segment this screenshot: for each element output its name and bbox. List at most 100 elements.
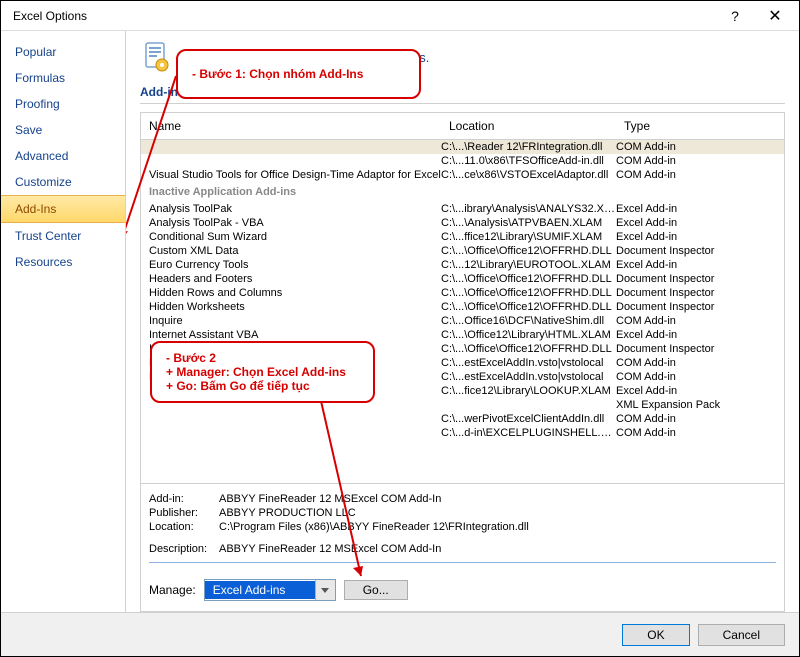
addin-type: Document Inspector (616, 301, 776, 313)
addin-row[interactable]: Conditional Sum WizardC:\...ffice12\Libr… (141, 230, 784, 244)
addin-row[interactable]: C:\...d-in\EXCELPLUGINSHELL.DLLCOM Add-i… (141, 426, 784, 440)
addin-type: Excel Add-in (616, 259, 776, 271)
addin-row[interactable]: C:\...11.0\x86\TFSOfficeAdd-in.dllCOM Ad… (141, 154, 784, 168)
sidebar-item-popular[interactable]: Popular (1, 39, 125, 65)
annotation-arrow-1 (126, 71, 186, 251)
dialog-body: Popular Formulas Proofing Save Advanced … (1, 31, 799, 612)
sidebar-item-advanced[interactable]: Advanced (1, 143, 125, 169)
addin-type: Document Inspector (616, 287, 776, 299)
main-panel: View and manage Microsoft Office add-ins… (126, 31, 799, 612)
divider (149, 562, 776, 563)
addin-type: XML Expansion Pack (616, 399, 776, 411)
addin-location: C:\...\Office12\Library\HTML.XLAM (441, 329, 616, 341)
addin-location: C:\...fice12\Library\LOOKUP.XLAM (441, 385, 616, 397)
window-title: Excel Options (5, 9, 715, 23)
sidebar-item-addins[interactable]: Add-Ins (1, 195, 125, 223)
sidebar-item-customize[interactable]: Customize (1, 169, 125, 195)
addin-location: C:\...ffice12\Library\SUMIF.XLAM (441, 231, 616, 243)
sidebar-item-save[interactable]: Save (1, 117, 125, 143)
addin-location: C:\...d-in\EXCELPLUGINSHELL.DLL (441, 427, 616, 439)
addin-name: Custom XML Data (149, 245, 441, 257)
addin-location: C:\...\Office\Office12\OFFRHD.DLL (441, 343, 616, 355)
addin-name: Hidden Worksheets (149, 301, 441, 313)
column-header-name[interactable]: Name (141, 113, 441, 139)
detail-label-location: Location: (149, 521, 219, 533)
addin-location: C:\...ce\x86\VSTOExcelAdaptor.dll (441, 169, 616, 181)
addin-name: Euro Currency Tools (149, 259, 441, 271)
addin-row[interactable]: InquireC:\...Office16\DCF\NativeShim.dll… (141, 314, 784, 328)
addin-name (149, 155, 441, 167)
addin-type: Excel Add-in (616, 203, 776, 215)
manage-label: Manage: (149, 583, 196, 597)
detail-value-location: C:\Program Files (x86)\ABBYY FineReader … (219, 521, 529, 533)
addins-header-icon (140, 41, 172, 73)
addin-row[interactable]: Internet Assistant VBAC:\...\Office12\Li… (141, 328, 784, 342)
sidebar-item-formulas[interactable]: Formulas (1, 65, 125, 91)
addin-type: COM Add-in (616, 315, 776, 327)
column-header-type[interactable]: Type (616, 113, 784, 139)
addin-row[interactable]: C:\...werPivotExcelClientAddIn.dllCOM Ad… (141, 412, 784, 426)
addin-type: COM Add-in (616, 357, 776, 369)
addin-name (149, 141, 441, 153)
addin-name: Analysis ToolPak (149, 203, 441, 215)
addin-location: C:\...11.0\x86\TFSOfficeAdd-in.dll (441, 155, 616, 167)
sidebar: Popular Formulas Proofing Save Advanced … (1, 31, 126, 612)
excel-options-window: Excel Options ? ✕ Popular Formulas Proof… (0, 0, 800, 657)
titlebar: Excel Options ? ✕ (1, 1, 799, 31)
addin-row[interactable]: Hidden WorksheetsC:\...\Office\Office12\… (141, 300, 784, 314)
addin-row[interactable]: C:\...\Reader 12\FRIntegration.dllCOM Ad… (141, 140, 784, 154)
addin-location: C:\...Office16\DCF\NativeShim.dll (441, 315, 616, 327)
addin-type: COM Add-in (616, 371, 776, 383)
addin-location: C:\...estExcelAddIn.vsto|vstolocal (441, 357, 616, 369)
addin-type: COM Add-in (616, 413, 776, 425)
addin-location: C:\...12\Library\EUROTOOL.XLAM (441, 259, 616, 271)
addins-scroll-area[interactable]: C:\...\Reader 12\FRIntegration.dllCOM Ad… (141, 140, 784, 483)
addin-location: C:\...werPivotExcelClientAddIn.dll (441, 413, 616, 425)
addin-name: Inquire (149, 315, 441, 327)
addin-name: Headers and Footers (149, 273, 441, 285)
addin-row[interactable]: Visual Studio Tools for Office Design-Ti… (141, 168, 784, 182)
addin-row[interactable]: Headers and FootersC:\...\Office\Office1… (141, 272, 784, 286)
addin-row[interactable]: Hidden Rows and ColumnsC:\...\Office\Off… (141, 286, 784, 300)
addin-location: C:\...\Analysis\ATPVBAEN.XLAM (441, 217, 616, 229)
addin-location (441, 399, 616, 411)
addin-details: Add-in:ABBYY FineReader 12 MSExcel COM A… (141, 483, 784, 573)
addin-location: C:\...estExcelAddIn.vsto|vstolocal (441, 371, 616, 383)
addin-row[interactable]: Analysis ToolPak - VBAC:\...\Analysis\AT… (141, 216, 784, 230)
sidebar-item-trust-center[interactable]: Trust Center (1, 223, 125, 249)
addin-location: C:\...ibrary\Analysis\ANALYS32.XLL (441, 203, 616, 215)
sidebar-item-proofing[interactable]: Proofing (1, 91, 125, 117)
addin-location: C:\...\Office\Office12\OFFRHD.DLL (441, 245, 616, 257)
addin-name: Internet Assistant VBA (149, 329, 441, 341)
column-header-location[interactable]: Location (441, 113, 616, 139)
addin-type: COM Add-in (616, 141, 776, 153)
help-button[interactable]: ? (715, 2, 755, 30)
addin-name: Visual Studio Tools for Office Design-Ti… (149, 169, 441, 181)
detail-label-description: Description: (149, 543, 219, 555)
addin-row[interactable]: Euro Currency ToolsC:\...12\Library\EURO… (141, 258, 784, 272)
addin-type: Excel Add-in (616, 217, 776, 229)
close-button[interactable]: ✕ (755, 2, 795, 30)
addin-name: Analysis ToolPak - VBA (149, 217, 441, 229)
annotation-arrow-2 (291, 396, 371, 586)
column-headers: Name Location Type (141, 113, 784, 140)
addin-type: Document Inspector (616, 343, 776, 355)
addin-type: Document Inspector (616, 273, 776, 285)
addin-type: Excel Add-in (616, 385, 776, 397)
addin-location: C:\...\Office\Office12\OFFRHD.DLL (441, 301, 616, 313)
addin-row[interactable]: Analysis ToolPakC:\...ibrary\Analysis\AN… (141, 202, 784, 216)
manage-row: Manage: Excel Add-ins Go... (141, 573, 784, 611)
ok-button[interactable]: OK (622, 624, 689, 646)
addin-name: Conditional Sum Wizard (149, 231, 441, 243)
cancel-button[interactable]: Cancel (698, 624, 785, 646)
addin-type: Document Inspector (616, 245, 776, 257)
detail-label-addin: Add-in: (149, 493, 219, 505)
annotation-step2: - Bước 2 + Manager: Chọn Excel Add-ins +… (150, 341, 375, 403)
addin-location: C:\...\Office\Office12\OFFRHD.DLL (441, 273, 616, 285)
sidebar-item-resources[interactable]: Resources (1, 249, 125, 275)
addin-name: Hidden Rows and Columns (149, 287, 441, 299)
addin-location: C:\...\Reader 12\FRIntegration.dll (441, 141, 616, 153)
addin-row[interactable]: Custom XML DataC:\...\Office\Office12\OF… (141, 244, 784, 258)
dialog-footer: OK Cancel (1, 612, 799, 656)
annotation-step1: - Bước 1: Chọn nhóm Add-Ins (176, 49, 421, 99)
